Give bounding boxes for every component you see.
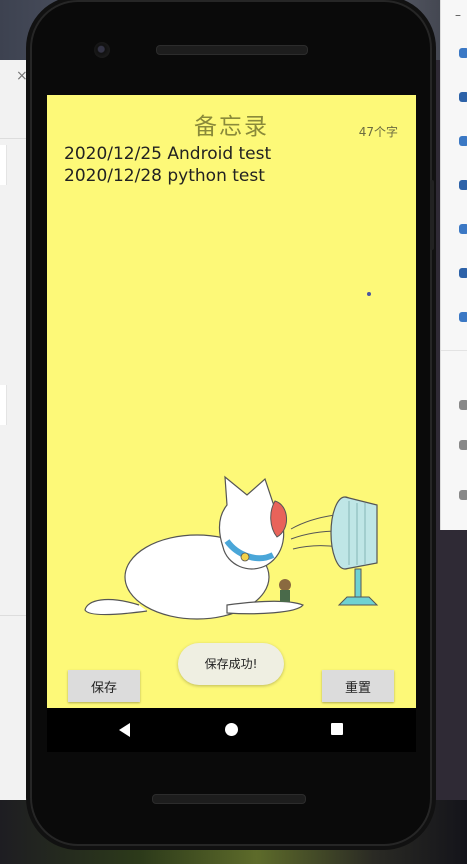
divider	[441, 350, 467, 351]
toast-message: 保存成功!	[178, 643, 284, 685]
recent-apps-icon[interactable]	[331, 723, 343, 735]
back-icon[interactable]	[119, 723, 130, 737]
memo-line: 2020/12/28 python test	[64, 166, 265, 186]
side-button	[430, 180, 434, 250]
yawning-cat-fan-illustration	[84, 475, 379, 620]
toolbar-icon[interactable]	[459, 400, 467, 410]
android-nav-bar	[47, 708, 416, 752]
toolbar-icon[interactable]	[459, 92, 467, 102]
memo-text-area[interactable]: 2020/12/25 Android test 2020/12/28 pytho…	[64, 143, 394, 187]
toolbar-icon[interactable]	[459, 490, 467, 500]
save-button[interactable]: 保存	[68, 670, 140, 702]
toolbar-icon[interactable]	[459, 180, 467, 190]
memo-app-screen: 备忘录 47个字 2020/12/25 Android test 2020/12…	[47, 95, 416, 708]
front-camera-icon	[94, 42, 110, 58]
minimize-icon[interactable]: –	[455, 8, 461, 22]
toolbar-icon[interactable]	[459, 312, 467, 322]
panel-block	[0, 385, 7, 425]
toolbar-icon[interactable]	[459, 440, 467, 450]
top-speaker	[156, 45, 308, 55]
toolbar-icon[interactable]	[459, 268, 467, 278]
memo-line: 2020/12/25 Android test	[64, 144, 272, 164]
reset-button[interactable]: 重置	[322, 670, 394, 702]
close-icon[interactable]: ×	[16, 68, 28, 84]
right-background-window: –	[440, 0, 467, 530]
toolbar-icon[interactable]	[459, 224, 467, 234]
home-icon[interactable]	[225, 723, 238, 736]
toolbar-icon[interactable]	[459, 48, 467, 58]
panel-block	[0, 145, 7, 185]
character-count: 47个字	[358, 125, 398, 139]
bottom-speaker	[152, 794, 306, 804]
toolbar-icon[interactable]	[459, 136, 467, 146]
cursor-dot	[367, 292, 371, 296]
